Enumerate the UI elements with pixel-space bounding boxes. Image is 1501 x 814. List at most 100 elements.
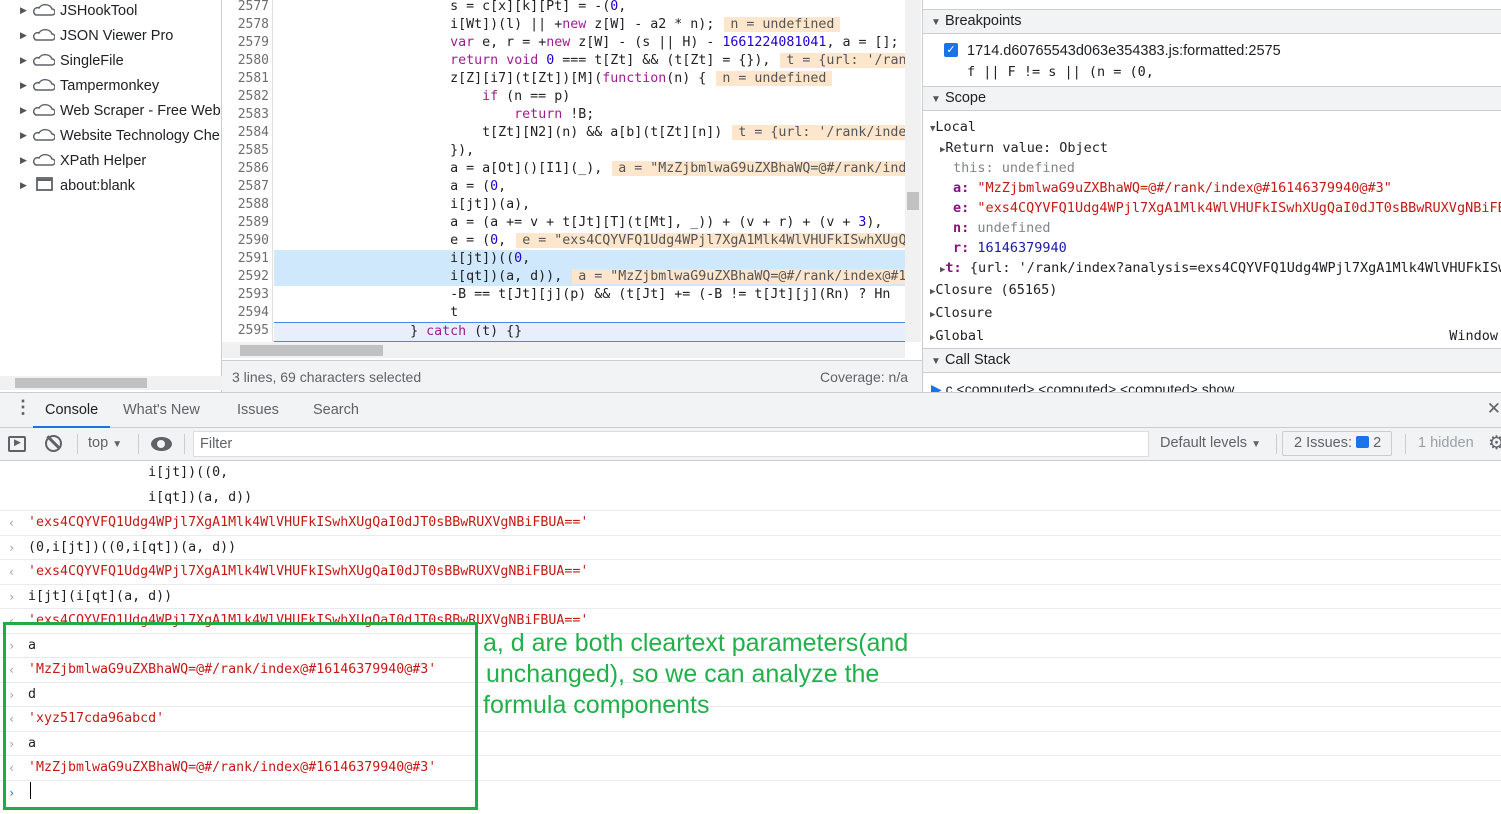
expand-triangle-icon[interactable]: ▶ xyxy=(20,30,33,41)
code-line[interactable]: 2577 s = c[x][k][Pt] = -(0, xyxy=(222,0,905,16)
filter-input[interactable]: Filter xyxy=(193,431,1149,457)
line-number[interactable]: 2587 xyxy=(222,178,269,196)
code-line[interactable]: 2578 i[Wt])(l) || +new z[W] - a2 * n); n … xyxy=(222,16,905,34)
scope-local[interactable]: ▼Local xyxy=(930,117,976,139)
tab-issues[interactable]: Issues xyxy=(237,393,279,428)
log-levels-dropdown[interactable]: Default levels ▼ xyxy=(1160,435,1261,451)
expand-triangle-icon[interactable]: ▶ xyxy=(20,130,33,141)
line-number[interactable]: 2577 xyxy=(222,0,269,16)
code-line[interactable]: 2587 a = (0, xyxy=(222,178,905,196)
source-editor[interactable]: 2577 s = c[x][k][Pt] = -(0, 2578 i[Wt])(l… xyxy=(222,0,922,360)
code-line[interactable]: 2581 z[Z][i7](t[Zt])[M](function(n) {n =… xyxy=(222,70,905,88)
tree-item[interactable]: ▶ Website Technology Che xyxy=(20,123,220,148)
line-number[interactable]: 2592 xyxy=(222,268,269,286)
cloud-icon xyxy=(32,2,60,20)
code-line[interactable]: 2594 t xyxy=(222,304,905,322)
line-number[interactable]: 2579 xyxy=(222,34,269,52)
expand-triangle-icon[interactable]: ▶ xyxy=(20,155,33,166)
scope-variable[interactable]: n: undefined xyxy=(953,218,1051,238)
code-line[interactable]: 2585 }), xyxy=(222,142,905,160)
expand-triangle-icon[interactable]: ▶ xyxy=(20,5,33,16)
more-menu-icon[interactable]: ⋮ xyxy=(14,397,32,418)
code-line[interactable]: 2579 var e, r = +new z[W] - (s || H) - 1… xyxy=(222,34,905,52)
line-number[interactable]: 2578 xyxy=(222,16,269,34)
code-text: i[jt])((0, xyxy=(274,250,905,268)
code-line[interactable]: 2586 a = a[Ot]()[I1](_), a = "MzZjbmlwaG9… xyxy=(222,160,905,178)
line-number[interactable]: 2589 xyxy=(222,214,269,232)
tab-console[interactable]: Console xyxy=(33,393,111,428)
call-stack-header[interactable]: ▼ Call Stack xyxy=(923,348,1501,373)
line-number[interactable]: 2580 xyxy=(222,52,269,70)
code-line[interactable]: 2592 i[qt])(a, d)), a = "MzZjbmlwaG9uZXBh… xyxy=(222,268,905,286)
code-line[interactable]: 2595 } catch (t) {} xyxy=(222,322,905,342)
expand-triangle-icon[interactable]: ▶ xyxy=(20,80,33,91)
tree-item[interactable]: ▶ JSON Viewer Pro xyxy=(20,23,173,48)
issues-button[interactable]: 2 Issues: 2 xyxy=(1282,431,1392,456)
expand-triangle-icon[interactable]: ▶ xyxy=(20,180,33,191)
sidebar-toggle-icon[interactable]: ▶ xyxy=(8,436,26,452)
line-number[interactable]: 2591 xyxy=(222,250,269,268)
scope-global[interactable]: ▶Global Window xyxy=(930,326,1500,348)
var-value: "MzZjbmlwaG9uZXBhaWQ=@#/rank/index@#1614… xyxy=(977,180,1392,196)
cloud-icon xyxy=(32,52,60,70)
line-number[interactable]: 2595 xyxy=(222,322,269,340)
scope-variable[interactable]: a: "MzZjbmlwaG9uZXBhaWQ=@#/rank/index@#1… xyxy=(953,178,1392,198)
live-expression-eye-icon[interactable] xyxy=(151,437,172,451)
line-number[interactable]: 2582 xyxy=(222,88,269,106)
sidebar-horizontal-scrollbar[interactable] xyxy=(0,376,222,390)
code-line[interactable]: 2584 t[Zt][N2](n) && a[b](t[Zt][n]) t = {… xyxy=(222,124,905,142)
clear-console-icon[interactable] xyxy=(45,435,62,452)
line-number[interactable]: 2594 xyxy=(222,304,269,322)
code-line[interactable]: 2589 a = (a += v + t[Jt][T](t[Mt], _)) +… xyxy=(222,214,905,232)
selection-status: 3 lines, 69 characters selected xyxy=(232,369,422,385)
tree-item[interactable]: ▶ JSHookTool xyxy=(20,0,137,23)
scope-closure[interactable]: ▶Closure xyxy=(930,303,992,325)
expand-triangle-icon: ▼ xyxy=(931,356,941,367)
breakpoints-header[interactable]: ▼ Breakpoints xyxy=(923,9,1501,34)
tab-search[interactable]: Search xyxy=(313,393,359,428)
scope-variable[interactable]: e: "exs4CQYVFQ1Udg4WPjl7XgA1Mlk4WlVHUFkI… xyxy=(953,198,1501,218)
code-line[interactable]: 2591 i[jt])((0, xyxy=(222,250,905,268)
tree-item[interactable]: ▶ Web Scraper - Free Web xyxy=(20,98,221,123)
scope-variable[interactable]: r: 16146379940 xyxy=(953,238,1067,258)
code-line[interactable]: 2582 if (n == p) xyxy=(222,88,905,106)
line-number[interactable]: 2586 xyxy=(222,160,269,178)
tab-whats-new[interactable]: What's New xyxy=(123,393,200,428)
code-line[interactable]: 2583 return !B; xyxy=(222,106,905,124)
code-line[interactable]: 2590 e = (0, e = "exs4CQYVFQ1Udg4WPjl7XgA… xyxy=(222,232,905,250)
editor-vertical-scrollbar[interactable] xyxy=(905,0,921,342)
section-title: Breakpoints xyxy=(944,13,1022,29)
breakpoint-location[interactable]: 1714.d60765543d063e354383.js:formatted:2… xyxy=(967,41,1281,61)
expand-triangle-icon[interactable]: ▶ xyxy=(20,55,33,66)
tree-item[interactable]: ▶ about:blank xyxy=(20,173,135,198)
context-selector[interactable]: top ▼ xyxy=(88,435,122,451)
line-number[interactable]: 2584 xyxy=(222,124,269,142)
code-line[interactable]: 2588 i[jt])(a), xyxy=(222,196,905,214)
line-number[interactable]: 2588 xyxy=(222,196,269,214)
scrollbar-thumb[interactable] xyxy=(15,378,147,388)
code-line[interactable]: 2593 -B == t[Jt][j](p) && (t[Jt] += (-B … xyxy=(222,286,905,304)
breakpoint-checkbox[interactable]: ✓ xyxy=(944,43,958,57)
tree-item[interactable]: ▶ Tampermonkey xyxy=(20,73,159,98)
line-number[interactable]: 2585 xyxy=(222,142,269,160)
inline-value: t = {url: '/rank/index?analysis= xyxy=(732,125,905,140)
call-stack-frame[interactable]: ▶ c.<computed>.<computed>.<computed>.sho… xyxy=(931,379,1234,392)
line-number[interactable]: 2590 xyxy=(222,232,269,250)
code-line[interactable]: 2580 return void 0 === t[Zt] && (t[Zt] =… xyxy=(222,52,905,70)
expand-triangle-icon[interactable]: ▶ xyxy=(20,105,33,116)
scope-header[interactable]: ▼ Scope xyxy=(923,86,1501,111)
tree-item-label: XPath Helper xyxy=(60,152,147,169)
tree-item[interactable]: ▶ SingleFile xyxy=(20,48,124,73)
scrollbar-thumb[interactable] xyxy=(240,345,383,356)
scrollbar-thumb[interactable] xyxy=(907,192,919,210)
scope-variable[interactable]: ▶t: {url: '/rank/index?analysis=exs4CQYV… xyxy=(940,258,1501,280)
editor-horizontal-scrollbar[interactable] xyxy=(222,342,905,358)
scope-closure-65165[interactable]: ▶Closure (65165) xyxy=(930,280,1057,302)
line-number[interactable]: 2583 xyxy=(222,106,269,124)
close-drawer-icon[interactable]: ✕ xyxy=(1487,399,1501,419)
line-number[interactable]: 2593 xyxy=(222,286,269,304)
return-value[interactable]: ▶Return value: Object xyxy=(940,138,1108,160)
line-number[interactable]: 2581 xyxy=(222,70,269,88)
tree-item[interactable]: ▶ XPath Helper xyxy=(20,148,146,173)
settings-gear-icon[interactable]: ⚙ xyxy=(1488,432,1501,455)
